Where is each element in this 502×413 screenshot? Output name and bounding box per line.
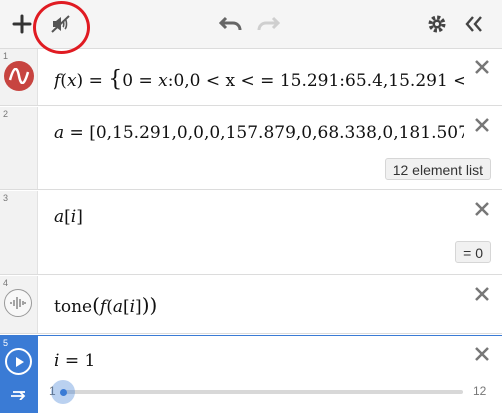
equals-sign: = bbox=[83, 71, 109, 91]
expression-index: 1 bbox=[3, 51, 9, 61]
paren-open-2: ( bbox=[106, 297, 113, 317]
tone-function: tone bbox=[54, 297, 93, 317]
close-icon[interactable] bbox=[472, 199, 492, 219]
list-length-badge: 12 element list bbox=[384, 158, 491, 180]
close-icon[interactable] bbox=[472, 344, 492, 364]
gear-icon[interactable] bbox=[425, 12, 449, 36]
top-toolbar bbox=[0, 0, 502, 49]
sound-wave-icon[interactable] bbox=[4, 289, 32, 317]
expression-formula[interactable]: a[i] bbox=[54, 207, 83, 227]
piecewise-rest: :0,0 < x < = 15.291:65.4,15.291 < bbox=[167, 71, 464, 91]
redo-icon[interactable] bbox=[255, 11, 281, 35]
close-icon[interactable] bbox=[472, 57, 492, 77]
evaluation-result: = 0 bbox=[455, 241, 491, 263]
expression-index: 2 bbox=[3, 109, 9, 119]
slider-value-text: = 1 bbox=[59, 351, 96, 371]
play-icon[interactable] bbox=[5, 348, 32, 375]
slider-track[interactable] bbox=[51, 380, 463, 404]
variable-x-2: x bbox=[158, 71, 168, 91]
slider-max-label: 12 bbox=[473, 384, 487, 398]
list-values: = [0,15.291,0,0,0,157.879,0,68.338,0,181… bbox=[64, 123, 464, 143]
collapse-panel-icon[interactable] bbox=[461, 12, 487, 36]
expression-row[interactable]: 4 tone(f(a[i])) bbox=[0, 276, 502, 334]
expression-index: 3 bbox=[3, 193, 9, 203]
variable-a: a bbox=[54, 207, 65, 227]
slider-handle[interactable] bbox=[51, 380, 75, 404]
expression-formula[interactable]: a = [0,15.291,0,0,0,157.879,0,68.338,0,1… bbox=[54, 123, 464, 143]
close-icon[interactable] bbox=[472, 284, 492, 304]
bracket-open: [ bbox=[64, 207, 71, 227]
expression-row[interactable]: 2 a = [0,15.291,0,0,0,157.879,0,68.338,0… bbox=[0, 107, 502, 190]
plus-icon[interactable] bbox=[10, 12, 34, 36]
paren-open: ( bbox=[60, 71, 67, 91]
audio-off-icon[interactable] bbox=[49, 12, 73, 36]
variable-a: a bbox=[54, 123, 65, 143]
variable-x: x bbox=[66, 71, 77, 91]
equals-sign-2: = bbox=[133, 71, 159, 91]
zero-value: 0 bbox=[122, 71, 134, 91]
expression-row[interactable]: 1 f(x) = {0 = x:0,0 < x < = 15.291:65.4,… bbox=[0, 49, 502, 106]
bracket-close: ] bbox=[135, 297, 142, 317]
expression-index: 4 bbox=[3, 278, 9, 288]
undo-icon[interactable] bbox=[218, 11, 244, 35]
expression-row[interactable]: 3 a[i] = 0 bbox=[0, 191, 502, 275]
paren-close: )) bbox=[141, 293, 158, 317]
expression-gutter: 4 bbox=[0, 276, 38, 333]
expression-formula[interactable]: i = 1 bbox=[54, 351, 95, 371]
expression-row[interactable]: 5 i = 1 1 12 bbox=[0, 335, 502, 413]
variable-a: a bbox=[112, 297, 123, 317]
close-icon[interactable] bbox=[472, 115, 492, 135]
expression-gutter: 3 bbox=[0, 191, 38, 274]
bracket-open: [ bbox=[122, 297, 130, 317]
expression-formula[interactable]: f(x) = {0 = x:0,0 < x < = 15.291:65.4,15… bbox=[54, 67, 464, 92]
expression-formula[interactable]: tone(f(a[i])) bbox=[54, 293, 157, 317]
expression-gutter: 5 bbox=[0, 336, 38, 413]
paren-open: ( bbox=[92, 293, 100, 317]
expression-gutter: 1 bbox=[0, 49, 38, 105]
brace-open: { bbox=[108, 67, 123, 92]
expression-index: 5 bbox=[3, 338, 9, 348]
bracket-close: ] bbox=[76, 207, 83, 227]
expression-gutter: 2 bbox=[0, 107, 38, 189]
loop-icon[interactable] bbox=[9, 387, 29, 401]
function-graph-icon[interactable] bbox=[4, 61, 34, 91]
